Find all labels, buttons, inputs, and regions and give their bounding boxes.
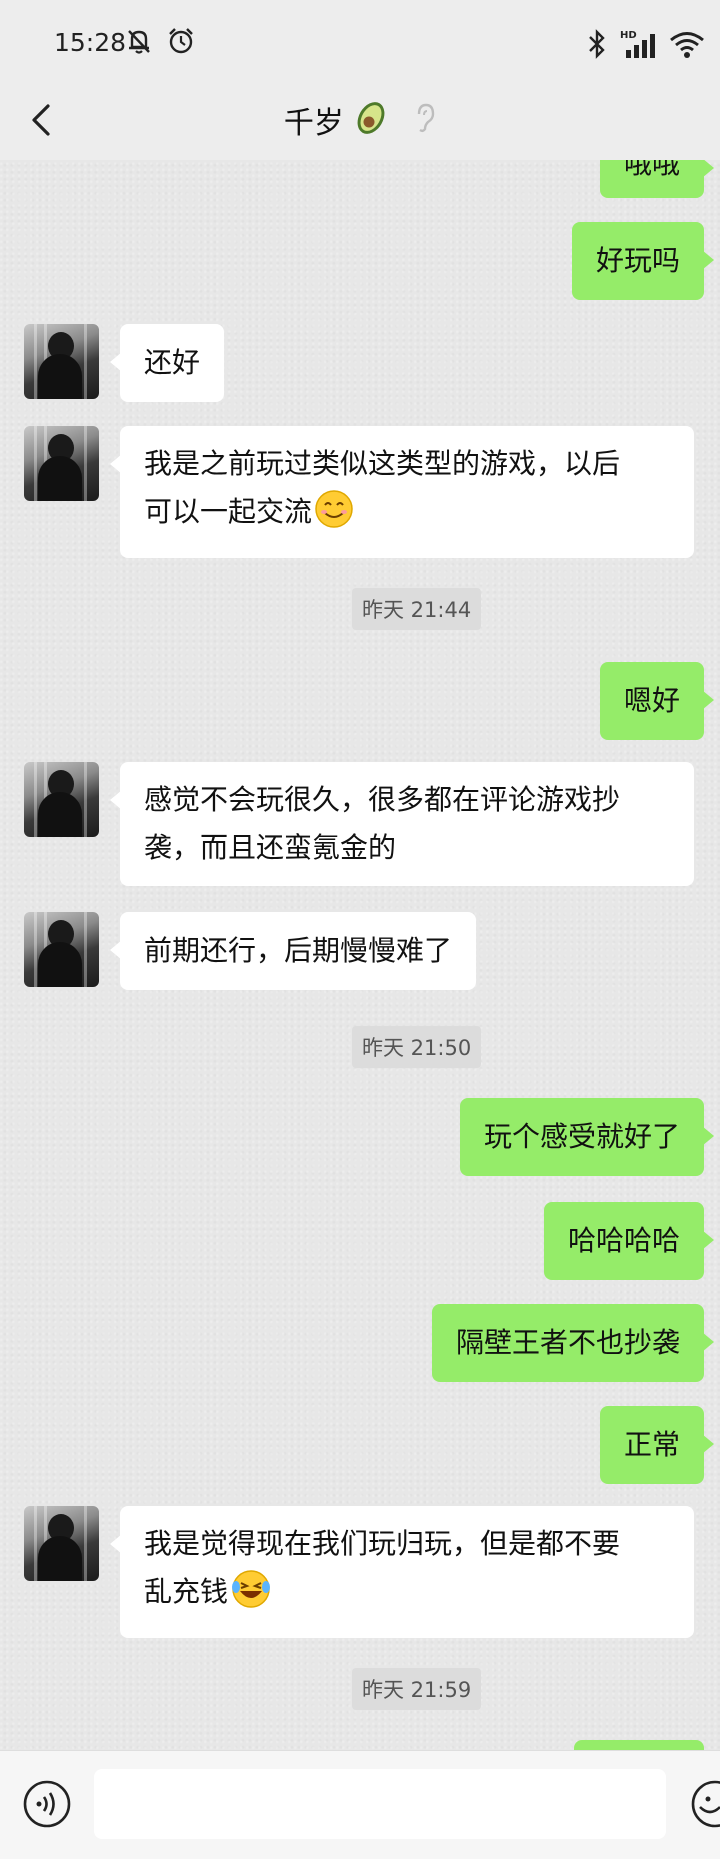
message-bubble-sent[interactable]: 哦哦: [599, 160, 715, 198]
laugh-tears-emoji: [230, 1569, 272, 1624]
smile-emoji: [314, 489, 354, 544]
avatar[interactable]: [24, 426, 99, 501]
mute-bell-icon: [124, 26, 154, 60]
message-text: 还好: [144, 346, 201, 379]
message-text-line: 可以一起交流: [144, 495, 313, 528]
message-text-line: 乱充钱: [144, 1575, 229, 1608]
avatar[interactable]: [24, 324, 99, 399]
timestamp: 昨天 21:44: [352, 588, 482, 630]
timestamp: 昨天 21:59: [352, 1668, 482, 1710]
message-list[interactable]: 哦哦 好玩吗 还好 我是之前玩过类似这类型的游戏，以后 可以一起交流 昨天 21…: [0, 160, 720, 1750]
network-type-label: HD: [620, 30, 637, 41]
message-bubble-sent[interactable]: 玩个感受就好了: [459, 1098, 715, 1176]
ear-icon: [414, 102, 436, 138]
message-text: 隔壁王者不也抄袭: [455, 1326, 680, 1359]
status-bar: 15:28 HD: [0, 0, 720, 80]
message-text-line: 我是觉得现在我们玩归玩，但是都不要: [144, 1527, 621, 1560]
message-bubble-received[interactable]: 我是之前玩过类似这类型的游戏，以后 可以一起交流: [110, 426, 694, 558]
avatar[interactable]: [24, 762, 99, 837]
message-bubble-sent[interactable]: 嗯好: [599, 662, 715, 740]
chat-title[interactable]: 千岁: [284, 106, 344, 141]
message-bubble-sent[interactable]: 哈哈哈哈: [543, 1202, 715, 1280]
input-bar: [0, 1750, 720, 1859]
message-input[interactable]: [94, 1769, 666, 1839]
message-text: 好玩吗: [595, 244, 680, 277]
signal-icon: HD: [618, 28, 658, 64]
voice-icon: [23, 1780, 71, 1828]
avatar[interactable]: [24, 1506, 99, 1581]
message-text-line: 我是之前玩过类似这类型的游戏，以后: [144, 447, 621, 480]
chat-header: 千岁: [0, 80, 720, 160]
message-bubble-sent[interactable]: 正常: [599, 1406, 715, 1484]
message-text: 哦哦: [623, 160, 680, 180]
message-bubble-received[interactable]: 感觉不会玩很久，很多都在评论游戏抄 袭，而且还蛮氪金的: [110, 762, 694, 886]
alarm-icon: [166, 26, 196, 60]
message-bubble-received[interactable]: 前期还行，后期慢慢难了: [109, 912, 477, 990]
timestamp: 昨天 21:50: [352, 1026, 482, 1068]
message-bubble-received[interactable]: 我是觉得现在我们玩归玩，但是都不要 乱充钱: [110, 1506, 694, 1638]
message-bubble-partial[interactable]: [574, 1740, 704, 1750]
message-text: 嗯好: [623, 684, 680, 717]
status-time: 15:28: [54, 28, 127, 57]
message-text: 玩个感受就好了: [483, 1120, 680, 1153]
voice-button[interactable]: [22, 1779, 72, 1829]
message-text-line: 袭，而且还蛮氪金的: [144, 831, 397, 864]
wifi-icon: [668, 29, 706, 63]
emoji-icon: [691, 1780, 720, 1828]
message-bubble-received[interactable]: 还好: [109, 324, 225, 402]
avocado-icon: [353, 98, 389, 142]
message-text-line: 感觉不会玩很久，很多都在评论游戏抄: [144, 783, 621, 816]
message-bubble-sent[interactable]: 隔壁王者不也抄袭: [431, 1304, 715, 1382]
emoji-button[interactable]: [690, 1779, 720, 1829]
message-text: 正常: [623, 1428, 680, 1461]
message-bubble-sent[interactable]: 好玩吗: [571, 222, 715, 300]
bluetooth-icon: [586, 28, 608, 64]
message-text: 哈哈哈哈: [567, 1224, 680, 1257]
message-text: 前期还行，后期慢慢难了: [144, 934, 453, 967]
avatar[interactable]: [24, 912, 99, 987]
